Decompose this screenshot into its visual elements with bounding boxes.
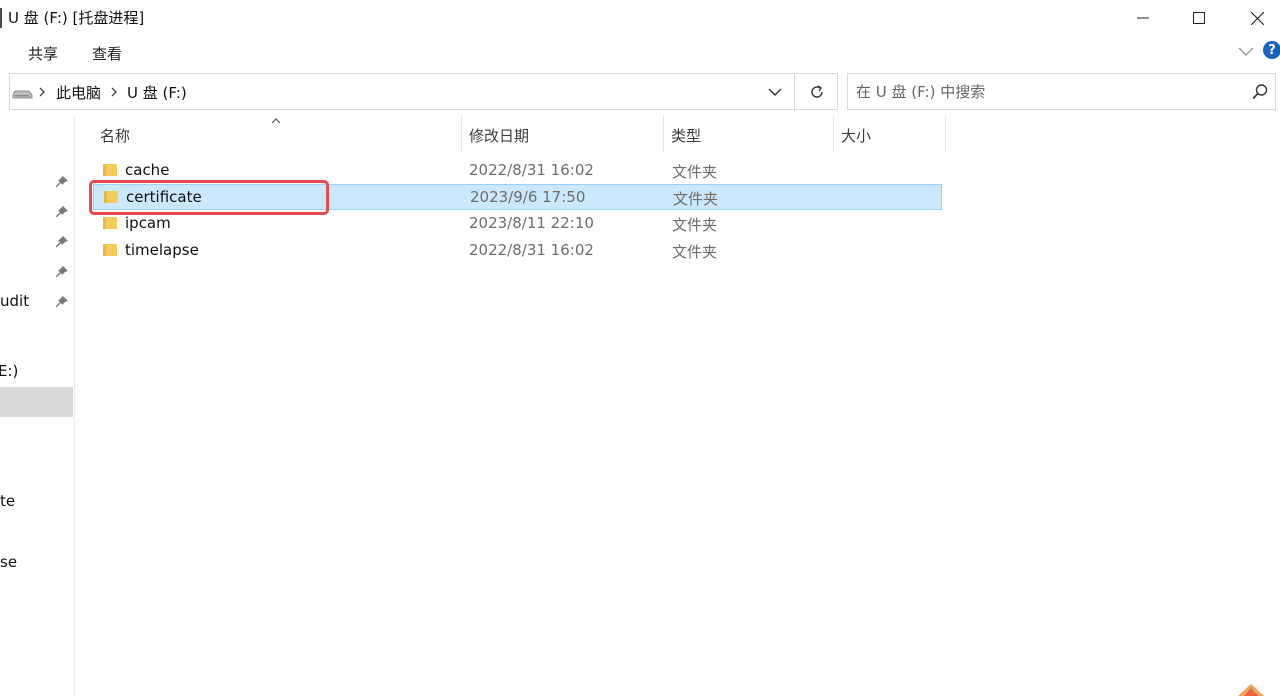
address-history-dropdown-icon[interactable]: [766, 85, 784, 99]
file-date-modified: 2022/8/31 16:02: [469, 161, 594, 179]
usb-drive-icon: [12, 90, 33, 99]
ribbon-tab-share[interactable]: 共享: [28, 43, 58, 64]
ribbon: 共享 查看: [0, 36, 1280, 68]
breadcrumb-this-pc[interactable]: 此电脑: [56, 82, 101, 103]
nav-item-certificate[interactable]: te: [0, 492, 15, 510]
column-header-date-modified[interactable]: 修改日期: [461, 116, 663, 152]
title-edge-divider: [0, 8, 2, 28]
file-type: 文件夹: [672, 243, 718, 261]
minimize-icon: [1137, 17, 1149, 19]
search-icon[interactable]: [1251, 83, 1269, 101]
address-bar[interactable]: 此电脑 U 盘 (F:): [9, 73, 795, 110]
navigation-pane: udit E:) te se: [0, 116, 75, 696]
maximize-button[interactable]: [1176, 0, 1222, 36]
file-type: 文件夹: [672, 163, 718, 181]
column-header-label: 修改日期: [469, 127, 530, 145]
ribbon-expand-chevron-icon[interactable]: [1237, 45, 1255, 59]
close-button[interactable]: [1234, 0, 1280, 36]
folder-icon: [103, 217, 117, 229]
file-date-modified: 2022/8/31 16:02: [469, 241, 594, 259]
breadcrumb-usb-drive[interactable]: U 盘 (F:): [127, 82, 187, 103]
folder-icon: [104, 191, 118, 203]
file-list: 名称 修改日期 类型 大小 cache 2022/8/31 16:02 文件夹 …: [76, 116, 1280, 696]
corner-logo-icon: [1238, 684, 1264, 696]
file-name[interactable]: certificate: [126, 188, 202, 206]
nav-item-timelapse[interactable]: se: [0, 553, 17, 571]
nav-item-audit[interactable]: udit: [0, 292, 29, 310]
folder-icon: [103, 244, 117, 256]
close-icon: [1250, 11, 1264, 25]
breadcrumb-separator-icon[interactable]: [109, 85, 119, 99]
file-type: 文件夹: [673, 190, 719, 208]
refresh-icon: [810, 84, 823, 98]
column-header-label: 类型: [671, 127, 702, 145]
column-divider[interactable]: [945, 116, 946, 152]
pin-icon[interactable]: [55, 295, 69, 309]
column-header-name[interactable]: 名称: [92, 116, 461, 152]
breadcrumb-separator-icon[interactable]: [37, 85, 47, 99]
search-box[interactable]: [847, 73, 1276, 110]
file-date-modified: 2023/8/11 22:10: [469, 214, 594, 232]
file-row-timelapse[interactable]: timelapse 2022/8/31 16:02 文件夹: [93, 238, 942, 264]
file-type: 文件夹: [672, 216, 718, 234]
column-header-size[interactable]: 大小: [833, 116, 945, 152]
nav-item-drive-e[interactable]: E:): [0, 362, 18, 380]
nav-item-usb-drive-selected[interactable]: [0, 387, 73, 417]
pin-icon[interactable]: [55, 205, 69, 219]
search-input[interactable]: [856, 82, 1236, 102]
window-title: U 盘 (F:) [托盘进程]: [8, 9, 145, 27]
title-bar: U 盘 (F:) [托盘进程]: [0, 0, 1280, 36]
pin-icon[interactable]: [55, 265, 69, 279]
file-name[interactable]: timelapse: [125, 241, 199, 259]
file-row-certificate[interactable]: certificate 2023/9/6 17:50 文件夹: [93, 184, 942, 210]
refresh-button[interactable]: [796, 73, 838, 110]
file-name[interactable]: cache: [125, 161, 169, 179]
file-name[interactable]: ipcam: [125, 214, 171, 232]
column-header-label: 名称: [100, 127, 131, 145]
pin-icon[interactable]: [55, 175, 69, 189]
help-button[interactable]: ?: [1263, 41, 1280, 59]
maximize-icon: [1193, 12, 1205, 24]
file-row-ipcam[interactable]: ipcam 2023/8/11 22:10 文件夹: [93, 211, 942, 237]
pin-icon[interactable]: [55, 235, 69, 249]
ribbon-tab-view[interactable]: 查看: [92, 43, 122, 64]
minimize-button[interactable]: [1120, 0, 1166, 36]
file-date-modified: 2023/9/6 17:50: [470, 188, 586, 206]
column-header-label: 大小: [841, 127, 872, 145]
column-header-type[interactable]: 类型: [663, 116, 833, 152]
file-row-cache[interactable]: cache 2022/8/31 16:02 文件夹: [93, 158, 942, 184]
folder-icon: [103, 164, 117, 176]
